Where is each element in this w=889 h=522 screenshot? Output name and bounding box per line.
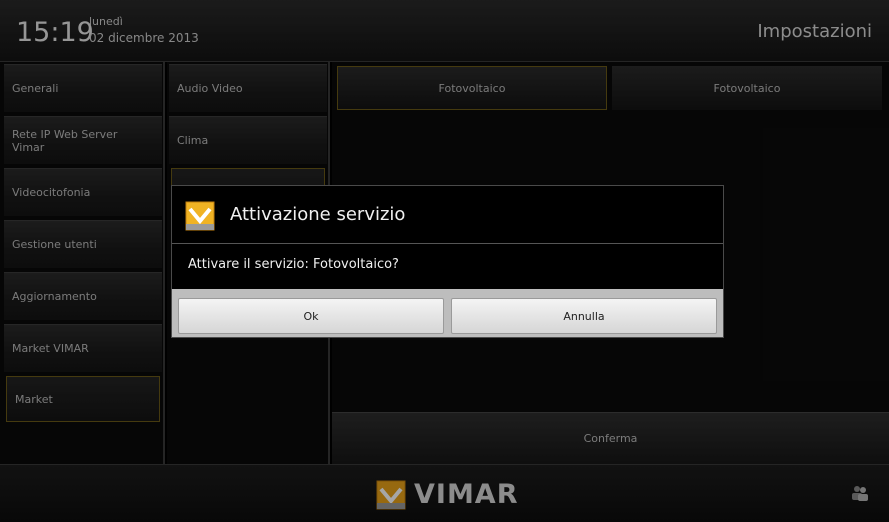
activation-dialog: Attivazione servizio Attivare il servizi…: [171, 185, 724, 338]
vimar-logo-icon: [185, 201, 215, 231]
dialog-header: Attivazione servizio: [172, 186, 723, 244]
cancel-button[interactable]: Annulla: [451, 298, 717, 334]
ok-button[interactable]: Ok: [178, 298, 444, 334]
ok-label: Ok: [303, 309, 319, 323]
dialog-message: Attivare il servizio: Fotovoltaico?: [188, 257, 399, 272]
dialog-button-bar: Ok Annulla: [172, 289, 723, 337]
dialog-title: Attivazione servizio: [230, 204, 406, 225]
cancel-label: Annulla: [563, 309, 605, 323]
